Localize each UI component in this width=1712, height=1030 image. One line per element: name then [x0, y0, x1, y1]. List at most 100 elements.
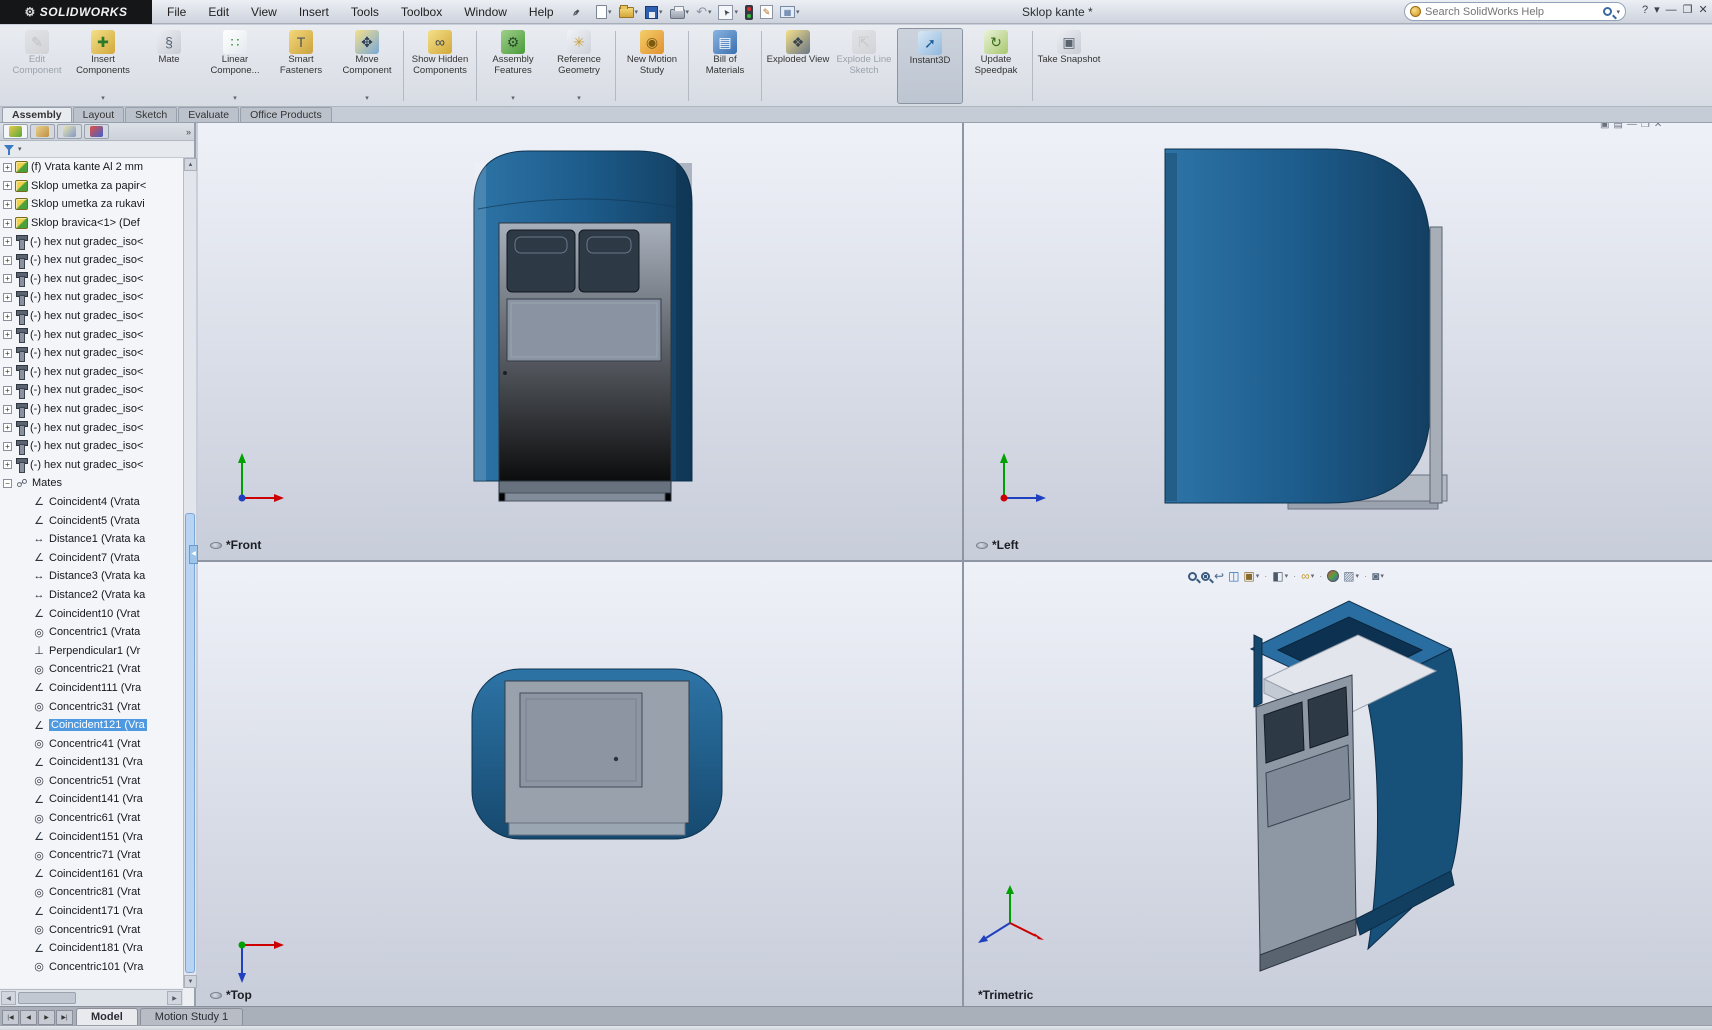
expand-icon[interactable]: + [3, 330, 12, 339]
scroll-down-icon[interactable]: ▼ [184, 975, 197, 988]
expand-icon[interactable]: + [3, 349, 12, 358]
scroll-right-icon[interactable]: ▶ [167, 991, 182, 1005]
mate-item-coincident141-vra[interactable]: ∠Coincident141 (Vra [0, 790, 183, 809]
open-document-icon[interactable]: ▾ [617, 6, 641, 19]
mate-item-distance1-vrata-ka[interactable]: ↔Distance1 (Vrata ka [0, 530, 183, 549]
pin-icon[interactable]: ✒ [567, 4, 583, 20]
expand-icon[interactable]: + [3, 219, 12, 228]
new-motion-study-button[interactable]: ◉New Motion Study [619, 28, 685, 104]
tree-item-f-vrata-kante-al-2-mm[interactable]: +(f) Vrata kante Al 2 mm [0, 158, 183, 177]
print-icon[interactable]: ▾ [668, 5, 692, 20]
exploded-view-button[interactable]: ❖Exploded View [765, 28, 831, 104]
appearances-tab[interactable] [84, 124, 109, 139]
tree-item-hex-nut-gradec-iso[interactable]: +(-) hex nut gradec_iso< [0, 363, 183, 382]
dropdown-arrow-icon[interactable]: ▾ [577, 94, 581, 102]
dropdown-arrow-icon[interactable]: ▾ [1256, 572, 1260, 580]
mate-item-concentric101-vra[interactable]: ◎Concentric101 (Vra [0, 958, 183, 977]
tree-item-hex-nut-gradec-iso[interactable]: +(-) hex nut gradec_iso< [0, 288, 183, 307]
expand-icon[interactable]: + [3, 274, 12, 283]
search-icon[interactable] [1603, 7, 1612, 16]
mate-item-concentric41-vrat[interactable]: ◎Concentric41 (Vrat [0, 734, 183, 753]
tab-nav-icon-0[interactable]: |◀ [2, 1010, 19, 1025]
panel-more-icon[interactable]: » [186, 127, 191, 137]
dropdown-arrow-icon[interactable]: ▾ [1356, 572, 1360, 580]
instant3d-button[interactable]: ➚Instant3D [897, 28, 963, 104]
menu-insert[interactable]: Insert [288, 0, 340, 24]
tree-item-hex-nut-gradec-iso[interactable]: +(-) hex nut gradec_iso< [0, 418, 183, 437]
mate-item-concentric81-vrat[interactable]: ◎Concentric81 (Vrat [0, 883, 183, 902]
expand-icon[interactable]: + [3, 312, 12, 321]
options-icon[interactable]: ✎ [758, 4, 775, 20]
select-cursor-icon[interactable]: ➤▾ [716, 4, 740, 21]
view-orientation-icon[interactable]: ▣▾ [1243, 569, 1259, 583]
tab-assembly[interactable]: Assembly [2, 107, 72, 122]
tab-model[interactable]: Model [76, 1008, 138, 1025]
menu-view[interactable]: View [240, 0, 288, 24]
expand-icon[interactable]: + [3, 442, 12, 451]
dropdown-arrow-icon[interactable]: ▾ [796, 8, 800, 16]
apply-scene-icon[interactable]: ▨▾ [1343, 569, 1359, 583]
dropdown-arrow-icon[interactable]: ▾ [511, 94, 515, 102]
menu-tools[interactable]: Tools [340, 0, 390, 24]
zoom-to-area-icon[interactable] [1201, 572, 1210, 581]
help-search-box[interactable]: ▾ [1404, 2, 1626, 21]
edit-appearance-icon[interactable] [1327, 570, 1339, 582]
tab-nav-icon-1[interactable]: ◀ [20, 1010, 37, 1025]
expand-icon[interactable]: + [3, 256, 12, 265]
mate-item-coincident5-vrata[interactable]: ∠Coincident5 (Vrata [0, 511, 183, 530]
rebuild-icon[interactable] [743, 4, 755, 21]
dropdown-arrow-icon[interactable]: ▾ [686, 8, 690, 16]
scroll-left-icon[interactable]: ◀ [1, 991, 16, 1005]
mate-item-concentric71-vrat[interactable]: ◎Concentric71 (Vrat [0, 846, 183, 865]
insert-components-button[interactable]: ✚Insert Components▾ [70, 28, 136, 104]
mate-item-coincident121-vra[interactable]: ∠Coincident121 (Vra [0, 716, 183, 735]
dropdown-arrow-icon[interactable]: ▾ [365, 94, 369, 102]
mate-item-coincident10-vrat[interactable]: ∠Coincident10 (Vrat [0, 604, 183, 623]
tree-item-hex-nut-gradec-iso[interactable]: +(-) hex nut gradec_iso< [0, 251, 183, 270]
assembly-features-button[interactable]: ⚙Assembly Features▾ [480, 28, 546, 104]
viewport-vertical-splitter[interactable] [962, 123, 964, 1006]
dropdown-arrow-icon[interactable]: ▾ [608, 8, 612, 16]
dropdown-arrow-icon[interactable]: ▾ [734, 8, 738, 16]
tree-item-hex-nut-gradec-iso[interactable]: +(-) hex nut gradec_iso< [0, 381, 183, 400]
bill-of-materials-button[interactable]: ▤Bill of Materials [692, 28, 758, 104]
tree-item-hex-nut-gradec-iso[interactable]: +(-) hex nut gradec_iso< [0, 307, 183, 326]
mate-item-coincident151-vra[interactable]: ∠Coincident151 (Vra [0, 827, 183, 846]
menu-file[interactable]: File [156, 0, 197, 24]
viewport-layout-2-button[interactable]: ▤ [1613, 123, 1622, 130]
mate-item-perpendicular1-vr[interactable]: ⊥Perpendicular1 (Vr [0, 641, 183, 660]
window-restore-button[interactable]: ❐ [1683, 3, 1693, 16]
propertymanager-tab[interactable] [30, 124, 55, 139]
move-component-button[interactable]: ✥Move Component▾ [334, 28, 400, 104]
dropdown-arrow-icon[interactable]: ▾ [635, 8, 639, 16]
tree-item-sklop-bravica-1-def[interactable]: +Sklop bravica<1> (Def [0, 214, 183, 233]
tree-item-sklop-umetka-za-papir[interactable]: +Sklop umetka za papir< [0, 177, 183, 196]
expand-icon[interactable]: + [3, 386, 12, 395]
mate-item-coincident171-vra[interactable]: ∠Coincident171 (Vra [0, 902, 183, 921]
mate-item-coincident7-vrata[interactable]: ∠Coincident7 (Vrata [0, 548, 183, 567]
viewport-top[interactable] [198, 562, 962, 1006]
mate-item-distance2-vrata-ka[interactable]: ↔Distance2 (Vrata ka [0, 586, 183, 605]
mate-item-concentric1-vrata[interactable]: ◎Concentric1 (Vrata [0, 623, 183, 642]
expand-icon[interactable]: + [3, 405, 12, 414]
dropdown-arrow-icon[interactable]: ▾ [1380, 572, 1384, 580]
previous-view-icon[interactable]: ↩ [1214, 569, 1224, 583]
undo-icon[interactable]: ↶▾ [694, 3, 713, 21]
viewport-left[interactable] [964, 123, 1712, 560]
mate-item-concentric91-vrat[interactable]: ◎Concentric91 (Vrat [0, 920, 183, 939]
tab-nav-icon-3[interactable]: ▶| [56, 1010, 73, 1025]
menu-help[interactable]: Help [518, 0, 565, 24]
tree-item-sklop-umetka-za-rukavi[interactable]: +Sklop umetka za rukavi [0, 195, 183, 214]
save-icon[interactable]: ▾ [643, 5, 665, 20]
tree-item-hex-nut-gradec-iso[interactable]: +(-) hex nut gradec_iso< [0, 456, 183, 475]
dropdown-arrow-icon[interactable]: ▾ [233, 94, 237, 102]
search-input[interactable] [1425, 6, 1599, 18]
viewport-layout-button[interactable]: ▣ [1600, 123, 1609, 130]
reference-geometry-button[interactable]: ✳Reference Geometry▾ [546, 28, 612, 104]
configurationmanager-tab[interactable] [57, 124, 82, 139]
window-minimize-button[interactable]: — [1666, 4, 1677, 16]
dropdown-arrow-icon[interactable]: ▾ [1285, 572, 1289, 580]
mate-button[interactable]: §Mate [136, 28, 202, 104]
vertical-scroll-thumb[interactable] [185, 513, 195, 973]
viewport-front[interactable] [198, 123, 962, 560]
